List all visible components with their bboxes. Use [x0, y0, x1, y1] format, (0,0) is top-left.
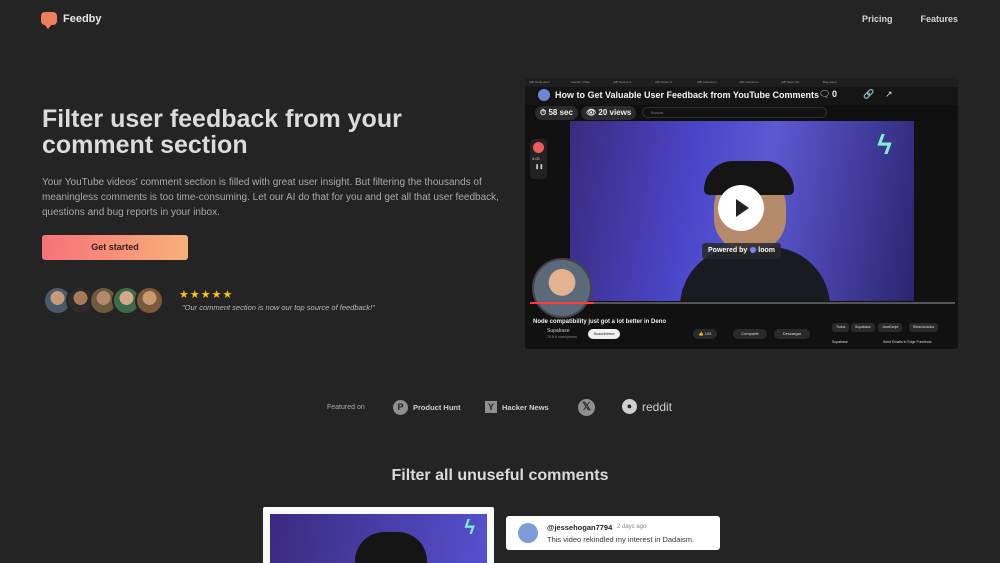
product-hunt-label: Product Hunt	[413, 403, 461, 412]
nav-link-pricing[interactable]: Pricing	[862, 14, 893, 24]
recording-time: 4:00	[532, 156, 540, 161]
nav-links: Pricing Features	[862, 14, 958, 24]
related-video-meta: Supabase	[832, 340, 848, 344]
pause-icon: ❚❚	[535, 164, 544, 170]
filter-chip: Relacionados	[909, 323, 939, 332]
duration-pill: ⏱ 58 sec	[535, 106, 578, 120]
nav-link-features[interactable]: Features	[920, 14, 958, 24]
duration: 58 sec	[548, 108, 573, 117]
video-thumbnail-card: ϟ	[263, 507, 494, 563]
channel-name: Supabase	[547, 328, 570, 334]
filter-chip: Todos	[832, 323, 850, 332]
lightning-logo-icon: ϟ	[877, 129, 892, 160]
share-button: Compartir	[733, 329, 767, 339]
hacker-news-icon: Y	[485, 401, 497, 413]
external-link-icon: ↗	[885, 89, 893, 99]
reddit-link[interactable]: ● reddit	[622, 399, 672, 414]
recording-panel: 4:00 ❚❚	[530, 139, 547, 179]
brand-name: Feedby	[63, 12, 102, 25]
browser-tab: (30) Notion 4	[655, 80, 673, 84]
link-icon: 🔗	[863, 89, 875, 99]
product-hunt-link[interactable]: P Product Hunt	[393, 400, 461, 415]
comment-card: @jessehogan7794 2 days ago This video re…	[506, 516, 720, 550]
hero-description: Your YouTube videos' comment section is …	[42, 177, 499, 218]
reddit-label: reddit	[642, 399, 673, 414]
x-link[interactable]: 𝕏	[578, 399, 595, 416]
chat-bubble-icon	[41, 12, 57, 29]
filter-chip: Supabase	[851, 323, 875, 332]
youtube-video-title: Node compatibility just got a lot better…	[533, 319, 667, 325]
download-button: Descargar	[774, 329, 810, 339]
reddit-icon: ●	[622, 399, 637, 414]
get-started-button[interactable]: Get started	[42, 235, 188, 260]
comment-username: @jessehogan7794	[547, 523, 613, 532]
featured-label: Featured on	[327, 404, 365, 411]
featured-on-bar: Featured on P Product Hunt Y Hacker News…	[0, 398, 1000, 418]
browser-tab: (38) Instrumen	[739, 80, 759, 84]
views: 20 views	[598, 108, 632, 117]
browser-tab: (28) Meet Obi	[781, 80, 800, 84]
browser-tab: (38) Node.js/en	[529, 80, 550, 84]
hacker-news-link[interactable]: Y Hacker News	[485, 401, 549, 413]
x-logo-icon: 𝕏	[578, 399, 595, 416]
comment-icon: 🗨	[819, 89, 831, 99]
filter-chip: JavaScript	[878, 323, 903, 332]
avatar	[135, 286, 164, 315]
lightning-logo-icon: ϟ	[464, 517, 475, 539]
product-hunt-icon: P	[393, 400, 408, 415]
hacker-news-label: Hacker News	[502, 402, 549, 412]
video-thumbnail: ϟ	[270, 514, 487, 563]
powered-by-loom-badge: Powered by loom	[702, 243, 782, 259]
browser-tab: (38) Instrumen	[697, 80, 717, 84]
comment-time: 2 days ago	[617, 524, 647, 530]
user-avatar-icon	[538, 89, 550, 101]
demo-screenshot: (38) Node.js/en Feedby | Filter (28) Nes…	[525, 78, 958, 349]
youtube-search-input: Buscar	[642, 107, 827, 118]
browser-tab: Bug panel	[823, 80, 837, 84]
browser-tab: Feedby | Filter	[571, 80, 591, 84]
demo-video-title: How to Get Valuable User Feedback from Y…	[555, 90, 820, 100]
views-pill: 👁 20 views	[581, 106, 637, 120]
comment-count: 0	[832, 89, 838, 99]
rating-stars: ★★★★★	[179, 289, 234, 301]
play-button	[718, 185, 764, 231]
player-controls	[530, 303, 955, 315]
section-title: Filter all unuseful comments	[391, 467, 609, 484]
subscriber-count: 76.8 K suscriptores	[547, 335, 577, 339]
testimonial-quote: "Our comment section is now our top sour…	[182, 303, 375, 312]
video-player: ϟ Powered by loom	[570, 121, 914, 301]
related-video-title: Send Emails in Edge Functions	[883, 340, 932, 344]
browser-tab: (28) Nest.js G	[613, 80, 632, 84]
presenter	[680, 161, 830, 301]
avatar	[518, 523, 538, 543]
subscribe-button: Suscribirme	[588, 329, 620, 339]
loom-title-bar: How to Get Valuable User Feedback from Y…	[525, 87, 958, 105]
customer-avatars	[43, 286, 164, 315]
top-nav: Feedby Pricing Features	[0, 0, 1000, 40]
hero-title: Filter user feedback from your comment s…	[42, 105, 402, 159]
like-button: 👍 133	[693, 329, 717, 339]
comment-text: This video rekindled my interest in Dada…	[547, 535, 695, 544]
browser-tabs: (38) Node.js/en Feedby | Filter (28) Nes…	[525, 78, 958, 87]
brand-logo[interactable]: Feedby	[41, 12, 102, 29]
youtube-header: ⏱ 58 sec 👁 20 views Buscar	[525, 105, 958, 121]
stop-record-icon	[533, 142, 544, 153]
